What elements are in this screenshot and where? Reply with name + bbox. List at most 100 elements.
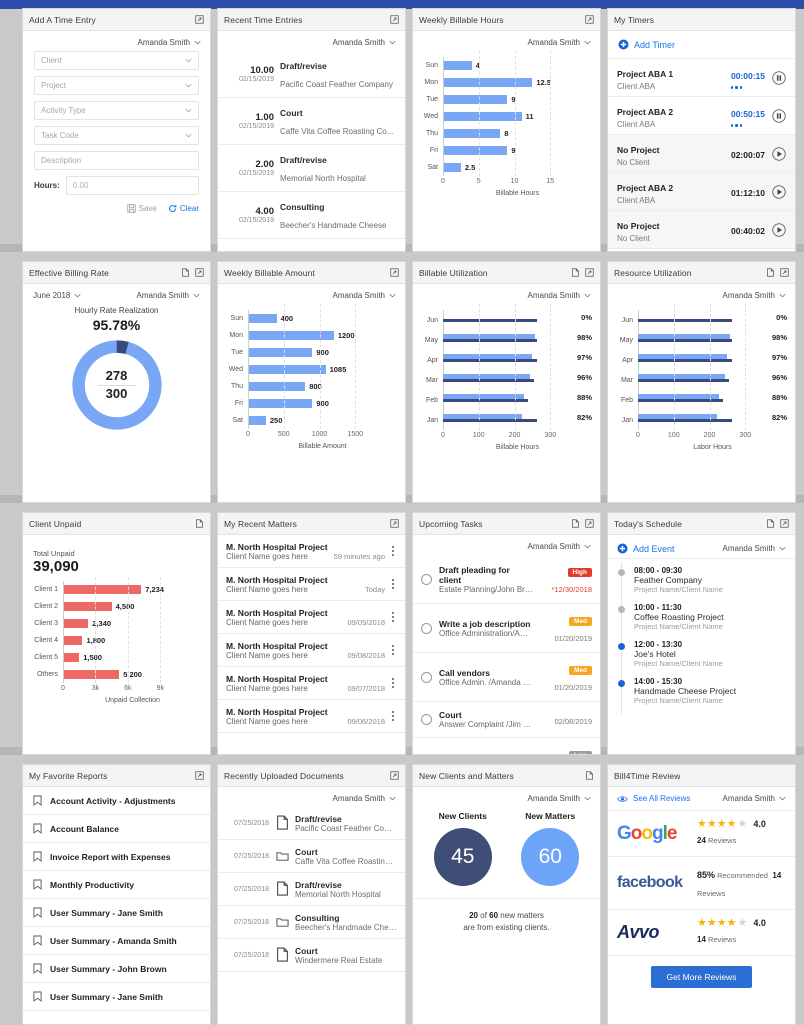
play-icon[interactable] (772, 146, 786, 161)
user-selector[interactable]: Amanda Smith (723, 544, 786, 553)
bookmark-icon[interactable] (33, 851, 42, 862)
document-row[interactable]: 07/25/2018 Court Windermere Real Estate (218, 939, 405, 972)
add-event-button[interactable]: Add Event (617, 543, 675, 554)
matter-row[interactable]: M. North Hospital Project Client Name goe… (218, 667, 405, 700)
play-icon[interactable] (772, 184, 786, 199)
period-selector[interactable]: June 2018 (33, 291, 81, 300)
matter-row[interactable]: M. North Hospital Project Client Name goe… (218, 634, 405, 667)
popout-icon[interactable] (585, 519, 594, 528)
bookmark-icon[interactable] (33, 935, 42, 946)
clear-button[interactable]: Clear (168, 204, 199, 213)
report-row[interactable]: User Summary - John Brown (23, 955, 210, 983)
document-row[interactable]: 07/25/2018 Consulting Beecher's Handmade C… (218, 906, 405, 939)
user-selector[interactable]: Amanda Smith (218, 787, 405, 807)
report-row[interactable]: Account Balance (23, 815, 210, 843)
timer-row[interactable]: Project ABA 2 Client ABA 00:50:15 (608, 97, 795, 135)
save-button[interactable]: Save (127, 204, 157, 213)
get-more-reviews-button[interactable]: Get More Reviews (650, 966, 753, 988)
schedule-item[interactable]: 14:00 - 15:30 Handmade Cheese Project Proj… (608, 677, 795, 714)
popout-icon[interactable] (195, 771, 204, 780)
popout-icon[interactable] (195, 15, 204, 24)
bookmark-icon[interactable] (33, 963, 42, 974)
export-report-icon[interactable] (181, 268, 190, 277)
user-selector[interactable]: Amanda Smith (608, 284, 795, 304)
play-icon[interactable] (772, 222, 786, 237)
timer-row[interactable]: Project ABA 2 Client ABA 01:12:10 (608, 173, 795, 211)
popout-icon[interactable] (780, 519, 789, 528)
review-row-facebook[interactable]: facebook 85% Recommended 14 Reviews (608, 857, 795, 910)
add-timer-button[interactable]: Add Timer (608, 31, 795, 59)
see-all-reviews-link[interactable]: See All Reviews (617, 794, 690, 803)
task-row[interactable]: Draft pleading for client Estate Planning… (413, 555, 600, 604)
popout-icon[interactable] (390, 268, 399, 277)
review-row-google[interactable]: Google ★★★★ ★ 4.0 24 Reviews (608, 811, 795, 857)
pause-icon[interactable] (772, 70, 786, 85)
task-complete-checkbox[interactable] (421, 573, 432, 585)
task-row[interactable]: Call vendors Office Admin. /Amanda S... Me… (413, 653, 600, 702)
report-row[interactable]: User Summary - Jane Smith (23, 899, 210, 927)
more-options-icon[interactable] (389, 645, 397, 655)
more-options-icon[interactable] (389, 546, 397, 556)
report-row[interactable]: User Summary - Amanda Smith (23, 927, 210, 955)
schedule-item[interactable]: 10:00 - 11:30 Coffee Roasting Project Proj… (608, 603, 795, 640)
more-options-icon[interactable] (389, 612, 397, 622)
bookmark-icon[interactable] (33, 879, 42, 890)
user-selector[interactable]: Amanda Smith (413, 535, 600, 555)
timer-row[interactable]: Project ABA 1 Client ABA 00:00:15 (608, 59, 795, 97)
user-selector[interactable]: Amanda Smith (413, 31, 600, 51)
bookmark-icon[interactable] (33, 823, 42, 834)
popout-icon[interactable] (585, 268, 594, 277)
user-selector[interactable]: Amanda Smith (218, 31, 405, 51)
list-item[interactable]: 10.00 02/15/2019 Draft/revise Pacific Co… (218, 51, 405, 98)
export-report-icon[interactable] (195, 519, 204, 528)
more-options-icon[interactable] (389, 678, 397, 688)
schedule-item[interactable]: 12:00 - 13:30 Joe's Hotel Project Name/Cli… (608, 640, 795, 677)
user-selector[interactable]: Amanda Smith (23, 31, 210, 51)
popout-icon[interactable] (585, 15, 594, 24)
matter-row[interactable]: M. North Hospital Project Client Name goe… (218, 568, 405, 601)
user-selector[interactable]: Amanda Smith (218, 284, 405, 304)
more-options-icon[interactable] (389, 579, 397, 589)
list-item[interactable]: 1.00 02/15/2019 Court Caffe Vita Coffee … (218, 98, 405, 145)
timer-row[interactable]: No Project No Client 00:40:02 (608, 211, 795, 249)
export-report-icon[interactable] (766, 268, 775, 277)
document-row[interactable]: 07/25/2018 Draft/revise Pacific Coast Feat… (218, 807, 405, 840)
matter-row[interactable]: M. North Hospital Project Client Name goe… (218, 535, 405, 568)
review-row-avvo[interactable]: Avvo ★★★★ ★ 4.0 14 Reviews (608, 910, 795, 956)
task-complete-checkbox[interactable] (421, 714, 432, 725)
project-select[interactable]: Project (34, 76, 199, 95)
description-input[interactable]: Description (34, 151, 199, 170)
export-report-icon[interactable] (585, 771, 594, 780)
report-row[interactable]: User Summary - Jane Smith (23, 983, 210, 1011)
export-report-icon[interactable] (571, 268, 580, 277)
user-selector[interactable]: Amanda Smith (413, 284, 600, 304)
task-code-select[interactable]: Task Code (34, 126, 199, 145)
task-complete-checkbox[interactable] (421, 671, 432, 683)
task-complete-checkbox[interactable] (421, 622, 432, 634)
export-report-icon[interactable] (571, 519, 580, 528)
pause-icon[interactable] (772, 108, 786, 123)
task-row[interactable]: Call vendorsOffice Admin. /Amanda S...Lo… (413, 738, 600, 754)
bookmark-icon[interactable] (33, 795, 42, 806)
timer-row[interactable]: No Project No Client 02:00:07 (608, 135, 795, 173)
task-row[interactable]: Write a job description Office Administra… (413, 604, 600, 653)
list-item[interactable]: 6.50 02/04/2019 Court Windermere Real Es… (218, 239, 405, 251)
popout-icon[interactable] (195, 268, 204, 277)
export-report-icon[interactable] (766, 519, 775, 528)
user-selector[interactable]: Amanda Smith (413, 787, 600, 807)
schedule-item[interactable]: 08:00 - 09:30 Feather Company Project Name… (608, 566, 795, 603)
more-options-icon[interactable] (389, 711, 397, 721)
bookmark-icon[interactable] (33, 991, 42, 1002)
bookmark-icon[interactable] (33, 907, 42, 918)
report-row[interactable]: Invoice Report with Expenses (23, 843, 210, 871)
user-selector[interactable]: Amanda Smith (137, 291, 200, 300)
client-select[interactable]: Client (34, 51, 199, 70)
list-item[interactable]: 2.00 02/15/2019 Draft/revise Memorial No… (218, 145, 405, 192)
document-row[interactable]: 07/25/2018 Court Caffe Vita Coffee Roastin… (218, 840, 405, 873)
popout-icon[interactable] (780, 268, 789, 277)
popout-icon[interactable] (390, 771, 399, 780)
user-selector[interactable]: Amanda Smith (723, 794, 786, 803)
popout-icon[interactable] (390, 15, 399, 24)
list-item[interactable]: 4.00 02/15/2019 Consulting Beecher's Han… (218, 192, 405, 239)
report-row[interactable]: Account Activity - Adjustments (23, 787, 210, 815)
